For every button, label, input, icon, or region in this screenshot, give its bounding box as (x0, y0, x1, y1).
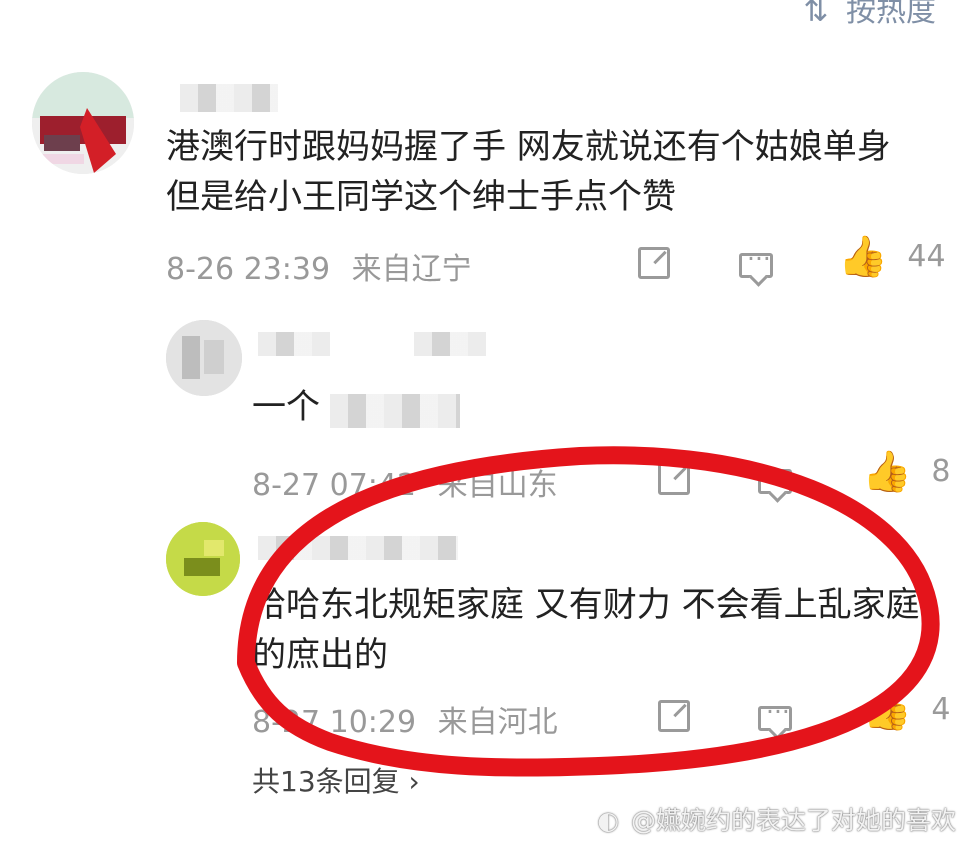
sort-label: 按热度 (846, 0, 936, 29)
blurred-comment (330, 394, 460, 428)
thumbs-up-icon: 👍 (838, 234, 888, 280)
comment-location: 来自河北 (437, 705, 558, 740)
comment-text: 一个 (252, 387, 320, 427)
comment-meta: 8-27 07:42 来自山东 (252, 460, 558, 504)
watermark-text: @嬿婉约的表达了对她的喜欢 (630, 806, 956, 835)
avatar-image (32, 72, 134, 174)
share-button[interactable] (658, 697, 690, 732)
avatar[interactable] (166, 320, 242, 396)
comment-date: 8-26 23:39 (166, 252, 331, 287)
comment-text: 哈哈东北规矩家庭 又有财力 不会看上乱家庭 的庶出的 (252, 580, 920, 680)
comment-line: 的庶出的 (252, 635, 388, 675)
sort-icon: ⇅ (803, 0, 829, 29)
reply-thread-link[interactable]: 共13条回复 › (252, 760, 420, 800)
comment-meta: 8-26 23:39 来自辽宁 (166, 244, 472, 288)
avatar-image (166, 320, 242, 396)
reply-button[interactable] (758, 460, 792, 498)
comment-line: 港澳行时跟妈妈握了手 网友就说还有个姑娘单身 (166, 127, 891, 167)
like-button[interactable]: 👍 8 (862, 452, 950, 492)
chevron-right-icon: › (408, 765, 420, 798)
comment-date: 8-27 07:42 (252, 468, 417, 503)
comment-line: 但是给小王同学这个绅士手点个赞 (166, 177, 676, 217)
comment-icon (758, 460, 792, 494)
blurred-username (258, 536, 458, 560)
watermark: ◐ @嬿婉约的表达了对她的喜欢 (597, 801, 956, 837)
reply-button[interactable] (758, 697, 792, 735)
blurred-username (414, 332, 486, 356)
thumbs-up-icon: 👍 (862, 687, 912, 733)
comment-icon (758, 697, 792, 731)
share-icon (658, 462, 690, 495)
weibo-icon: ◐ (597, 806, 620, 835)
blurred-username (180, 84, 278, 112)
avatar[interactable] (32, 72, 134, 174)
share-icon (658, 699, 690, 732)
avatar-image (166, 522, 240, 596)
comment-line: 哈哈东北规矩家庭 又有财力 不会看上乱家庭 (252, 585, 920, 625)
like-count: 44 (907, 238, 946, 274)
blurred-username (258, 332, 330, 356)
thumbs-up-icon: 👍 (862, 449, 912, 495)
comment-text: 港澳行时跟妈妈握了手 网友就说还有个姑娘单身 但是给小王同学这个绅士手点个赞 (166, 122, 891, 222)
reply-count: 共13条回复 (252, 765, 400, 798)
like-count: 4 (931, 691, 951, 727)
share-button[interactable] (658, 460, 690, 495)
comment-date: 8-27 10:29 (252, 705, 417, 740)
share-icon (638, 246, 670, 279)
comment-icon (739, 244, 773, 278)
like-button[interactable]: 👍 44 (838, 237, 946, 277)
like-count: 8 (931, 453, 951, 489)
avatar[interactable] (166, 522, 240, 596)
share-button[interactable] (638, 244, 670, 279)
comment-location: 来自辽宁 (351, 252, 472, 287)
comment-location: 来自山东 (437, 468, 558, 503)
comment-meta: 8-27 10:29 来自河北 (252, 697, 558, 741)
like-button[interactable]: 👍 4 (862, 690, 950, 730)
reply-button[interactable] (739, 244, 773, 282)
sort-by-popularity[interactable]: ⇅ 按热度 (803, 0, 936, 30)
